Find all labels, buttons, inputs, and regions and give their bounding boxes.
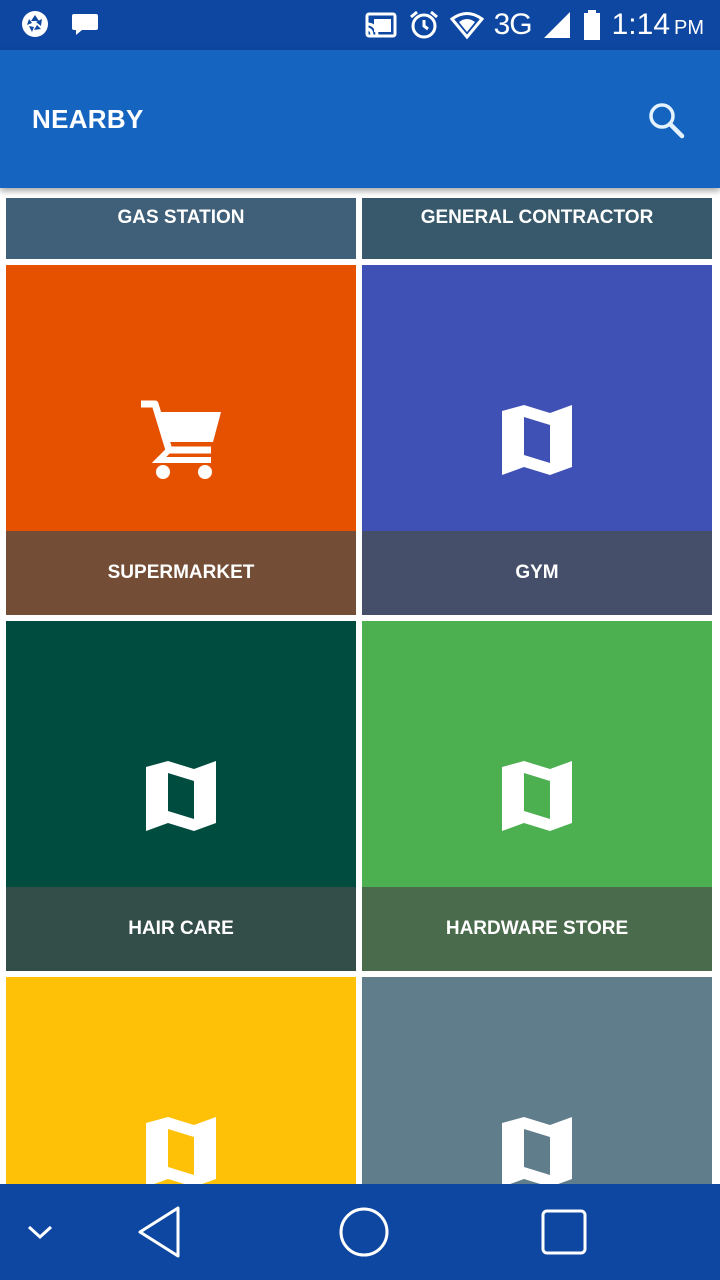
clock: 1:14 PM [611,8,704,41]
category-label: SUPERMARKET [6,531,356,615]
category-tile-general-contractor[interactable]: GENERAL CONTRACTOR [362,198,712,259]
category-tile-hardware-store[interactable]: HARDWARE STORE [362,621,712,971]
map-icon [502,761,572,831]
hide-nav-button[interactable] [14,1184,66,1280]
alarm-icon [409,10,438,39]
system-nav-bar [0,1184,720,1280]
category-tile-hair-care[interactable]: HAIR CARE [6,621,356,971]
category-tile-6[interactable] [362,977,712,1184]
back-triangle-icon [138,1206,180,1258]
page-title: NEARBY [32,104,144,134]
app-bar: NEARBY [0,50,720,188]
map-icon [502,405,572,475]
camera-aperture-icon [22,11,48,37]
status-bar: 3G 1:14 PM [0,0,720,50]
signal-icon [543,12,570,38]
recents-square-icon [541,1209,587,1255]
category-tile-supermarket[interactable]: SUPERMARKET [6,265,356,615]
category-label: GENERAL CONTRACTOR [420,207,654,228]
message-icon [72,14,98,35]
chevron-down-icon [27,1225,53,1240]
category-label: HAIR CARE [6,887,356,971]
category-grid: GAS STATION GENERAL CONTRACTOR SUPERMARK… [0,188,720,1184]
shopping-cart-icon [141,400,221,479]
search-icon [649,103,685,139]
network-type: 3G [493,8,533,41]
map-icon [502,1117,572,1184]
category-tile-5[interactable] [6,977,356,1184]
category-tile-gas-station[interactable]: GAS STATION [6,198,356,259]
home-button[interactable] [332,1184,396,1280]
home-circle-icon [339,1207,389,1257]
recents-button[interactable] [532,1184,596,1280]
search-button[interactable] [646,100,686,140]
category-label: GYM [362,531,712,615]
wifi-diamond-icon [449,12,484,40]
category-label: HARDWARE STORE [362,887,712,971]
cast-icon [365,12,397,38]
map-icon [146,1117,216,1184]
map-icon [146,761,216,831]
category-label: GAS STATION [117,207,245,228]
battery-icon [583,10,600,40]
category-tile-gym[interactable]: GYM [362,265,712,615]
back-button[interactable] [128,1184,192,1280]
